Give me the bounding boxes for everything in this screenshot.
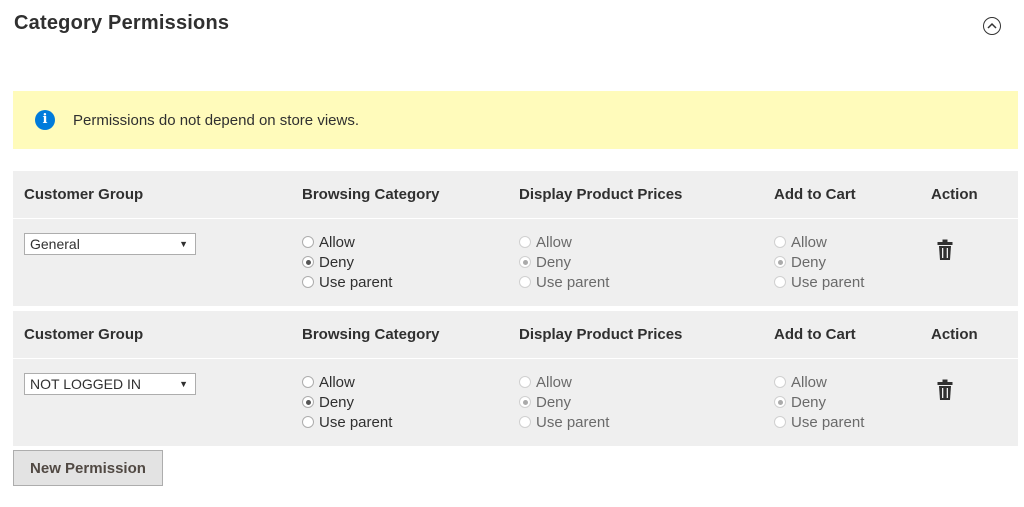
column-header-display-product-prices: Display Product Prices: [519, 186, 683, 203]
radio-deny: [774, 256, 786, 268]
radio-deny: [774, 396, 786, 408]
permission-body: NOT LOGGED IN ▼ Allow Deny Use parent Al…: [13, 359, 1018, 446]
radio-label-allow: Allow: [791, 234, 827, 251]
trash-icon[interactable]: [937, 239, 953, 261]
radio-allow[interactable]: [302, 376, 314, 388]
radio-label-deny: Deny: [536, 254, 572, 271]
radio-allow: [519, 236, 531, 248]
permission-body: General ▼ Allow Deny Use parent Allow De…: [13, 219, 1018, 306]
radio-label-allow: Allow: [536, 234, 572, 251]
permission-row: Customer Group Browsing Category Display…: [13, 171, 1018, 306]
radio-label-deny: Deny: [536, 394, 572, 411]
chevron-down-icon: ▼: [179, 239, 188, 249]
notice-text: Permissions do not depend on store views…: [73, 112, 359, 129]
radio-label-deny: Deny: [319, 254, 355, 271]
column-header-add-to-cart: Add to Cart: [774, 326, 856, 343]
chevron-up-circle-icon[interactable]: [983, 17, 1001, 35]
trash-icon[interactable]: [937, 379, 953, 401]
radio-use-parent: [774, 416, 786, 428]
radio-label-use-parent: Use parent: [791, 274, 865, 291]
radio-label-use-parent: Use parent: [791, 414, 865, 431]
column-header-add-to-cart: Add to Cart: [774, 186, 856, 203]
radio-label-deny: Deny: [791, 394, 827, 411]
column-header-customer-group: Customer Group: [24, 186, 144, 203]
new-permission-button[interactable]: New Permission: [13, 450, 163, 486]
column-header-browsing-category: Browsing Category: [302, 326, 440, 343]
customer-group-select[interactable]: General ▼: [24, 233, 196, 255]
radio-allow[interactable]: [302, 236, 314, 248]
info-icon: i: [35, 110, 55, 130]
radio-allow: [774, 376, 786, 388]
column-header-browsing-category: Browsing Category: [302, 186, 440, 203]
permission-header: Customer Group Browsing Category Display…: [13, 171, 1018, 219]
section-title: Category Permissions: [14, 12, 230, 34]
radio-label-deny: Deny: [319, 394, 355, 411]
radio-use-parent: [774, 276, 786, 288]
radio-use-parent: [519, 416, 531, 428]
permission-header: Customer Group Browsing Category Display…: [13, 311, 1018, 359]
radio-allow: [519, 376, 531, 388]
radio-use-parent[interactable]: [302, 416, 314, 428]
customer-group-value: General: [30, 236, 80, 252]
chevron-up-icon: [987, 22, 997, 29]
radio-label-allow: Allow: [319, 374, 355, 391]
radio-label-use-parent: Use parent: [536, 414, 610, 431]
radio-label-use-parent: Use parent: [536, 274, 610, 291]
column-header-customer-group: Customer Group: [24, 326, 144, 343]
radio-label-allow: Allow: [791, 374, 827, 391]
permission-row: Customer Group Browsing Category Display…: [13, 311, 1018, 446]
radio-label-use-parent: Use parent: [319, 274, 393, 291]
radio-deny[interactable]: [302, 256, 314, 268]
chevron-down-icon: ▼: [179, 379, 188, 389]
radio-label-deny: Deny: [791, 254, 827, 271]
column-header-action: Action: [931, 186, 978, 203]
radio-deny: [519, 396, 531, 408]
radio-deny[interactable]: [302, 396, 314, 408]
radio-use-parent[interactable]: [302, 276, 314, 288]
column-header-display-product-prices: Display Product Prices: [519, 326, 683, 343]
radio-label-allow: Allow: [319, 234, 355, 251]
radio-deny: [519, 256, 531, 268]
radio-label-allow: Allow: [536, 374, 572, 391]
customer-group-select[interactable]: NOT LOGGED IN ▼: [24, 373, 196, 395]
radio-allow: [774, 236, 786, 248]
info-notice: i Permissions do not depend on store vie…: [13, 91, 1018, 149]
customer-group-value: NOT LOGGED IN: [30, 376, 141, 392]
column-header-action: Action: [931, 326, 978, 343]
radio-use-parent: [519, 276, 531, 288]
radio-label-use-parent: Use parent: [319, 414, 393, 431]
